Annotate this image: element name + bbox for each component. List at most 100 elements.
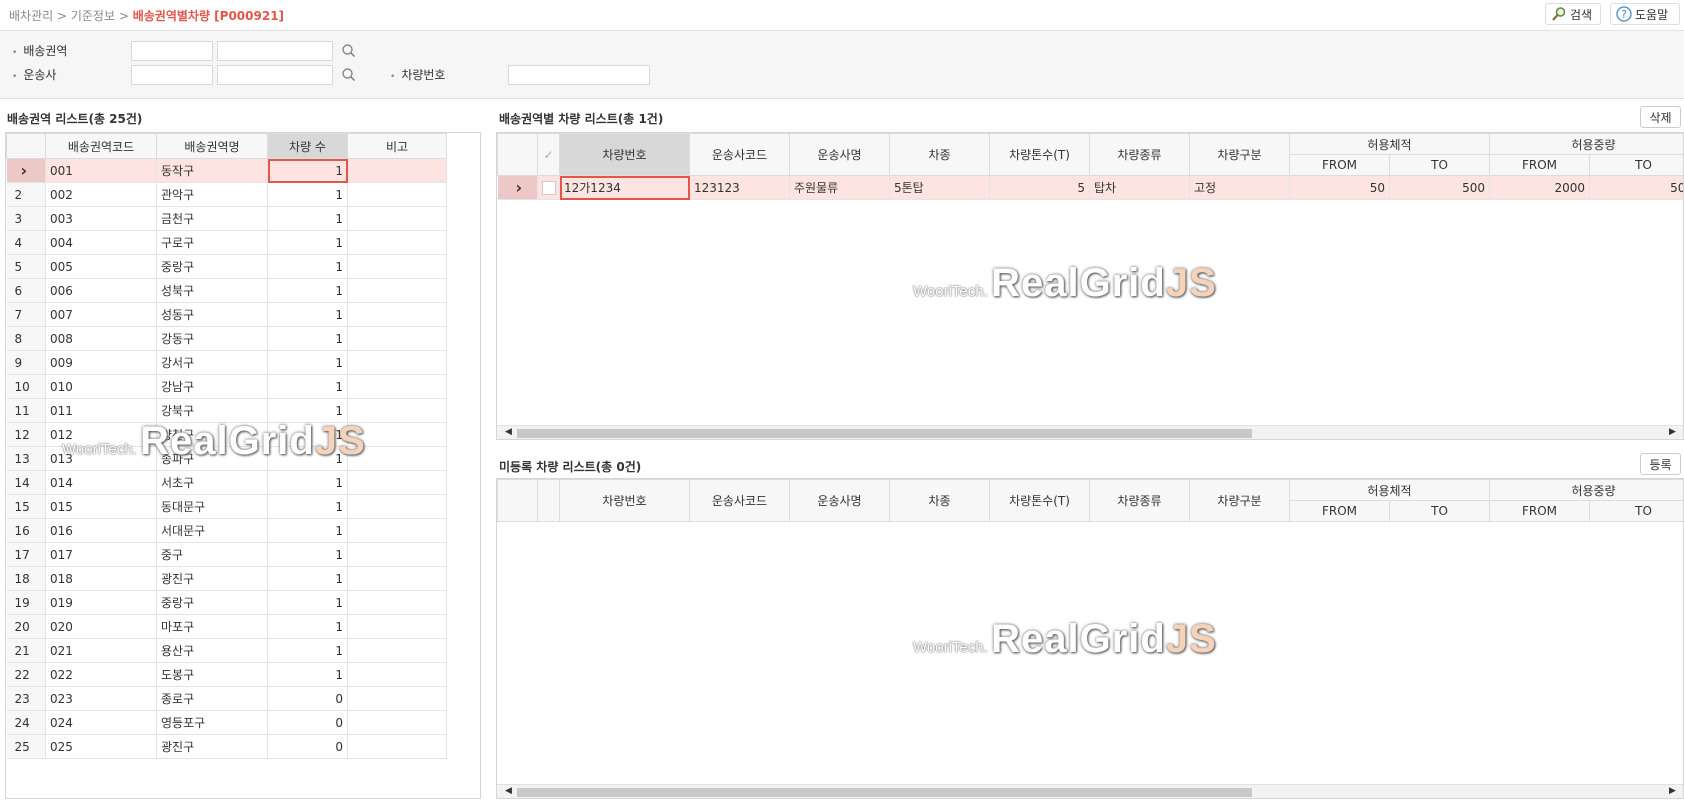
area-name-cell[interactable]: 양천구 <box>156 422 268 447</box>
area-code-cell[interactable]: 004 <box>45 230 157 255</box>
vol-to-cell[interactable]: 500 <box>1389 175 1491 200</box>
row-number[interactable]: 21 <box>6 638 46 663</box>
carrier-code-input[interactable] <box>131 65 213 85</box>
area-code-cell[interactable]: 009 <box>45 350 157 375</box>
table-row[interactable]: 7 007 성동구 1 <box>6 302 447 327</box>
row-number[interactable]: 8 <box>6 326 46 351</box>
col-header-area-code[interactable]: 배송권역코드 <box>45 133 157 159</box>
note-cell[interactable] <box>347 446 447 471</box>
area-name-cell[interactable]: 성동구 <box>156 302 268 327</box>
table-row[interactable]: 21 021 용산구 1 <box>6 638 447 663</box>
table-row[interactable]: ›12가1234123123주원물류5톤탑5탑차고정505002000500 <box>497 175 1683 200</box>
arrow-right-icon[interactable]: ▶ <box>1669 786 1676 796</box>
note-cell[interactable] <box>347 590 447 615</box>
col-header-wt-to[interactable]: TO <box>1589 500 1683 522</box>
row-number[interactable]: 7 <box>6 302 46 327</box>
table-row[interactable]: › 001 동작구 1 <box>6 158 447 183</box>
area-name-cell[interactable]: 동작구 <box>156 158 268 183</box>
area-name-cell[interactable]: 중랑구 <box>156 254 268 279</box>
checkbox-header[interactable]: ✓ <box>537 133 560 176</box>
note-cell[interactable] <box>347 206 447 231</box>
carrier-name-input[interactable] <box>217 65 333 85</box>
table-row[interactable]: 3 003 금천구 1 <box>6 206 447 231</box>
col-header-tons[interactable]: 차량톤수(T) <box>989 133 1090 176</box>
row-number[interactable]: 19 <box>6 590 46 615</box>
area-code-cell[interactable]: 007 <box>45 302 157 327</box>
col-header-vehicle-no[interactable]: 차량번호 <box>559 133 690 176</box>
note-cell[interactable] <box>347 182 447 207</box>
col-header-wt-from[interactable]: FROM <box>1489 500 1591 522</box>
scrollbar-thumb[interactable] <box>517 788 1252 797</box>
col-header-vol-to[interactable]: TO <box>1388 500 1491 522</box>
vehicle-count-cell[interactable]: 1 <box>267 182 348 207</box>
note-cell[interactable] <box>347 158 447 183</box>
vehicle-count-cell[interactable]: 1 <box>267 398 348 423</box>
note-cell[interactable] <box>347 302 447 327</box>
row-number[interactable]: 11 <box>6 398 46 423</box>
note-cell[interactable] <box>347 662 447 687</box>
arrow-left-icon[interactable]: ◀ <box>505 786 512 796</box>
area-code-cell[interactable]: 013 <box>45 446 157 471</box>
table-row[interactable]: 25 025 광진구 0 <box>6 734 447 759</box>
arrow-right-icon[interactable]: ▶ <box>1669 427 1676 437</box>
vehicle-count-cell[interactable]: 1 <box>267 302 348 327</box>
col-header-wt-from[interactable]: FROM <box>1489 154 1591 176</box>
note-cell[interactable] <box>347 326 447 351</box>
vehicle-count-cell[interactable]: 1 <box>267 590 348 615</box>
row-number[interactable]: 25 <box>6 734 46 759</box>
col-header-note[interactable]: 비고 <box>347 133 447 159</box>
col-header-area-name[interactable]: 배송권역명 <box>156 133 268 159</box>
vehicle-count-cell[interactable]: 1 <box>267 230 348 255</box>
vehicle-count-cell[interactable]: 1 <box>267 158 348 183</box>
note-cell[interactable] <box>347 350 447 375</box>
note-cell[interactable] <box>347 638 447 663</box>
table-row[interactable]: 11 011 강북구 1 <box>6 398 447 423</box>
row-number[interactable]: 22 <box>6 662 46 687</box>
area-name-cell[interactable]: 중구 <box>156 542 268 567</box>
col-header-type[interactable]: 차량구분 <box>1189 133 1290 176</box>
row-number[interactable]: 24 <box>6 710 46 735</box>
area-name-cell[interactable]: 관악구 <box>156 182 268 207</box>
area-name-cell[interactable]: 송파구 <box>156 446 268 471</box>
vehicle-count-cell[interactable]: 1 <box>267 518 348 543</box>
col-header-carrier-name[interactable]: 운송사명 <box>789 479 890 522</box>
col-header-vehicle-count[interactable]: 차량 수 <box>267 133 348 159</box>
row-number[interactable]: 9 <box>6 350 46 375</box>
note-cell[interactable] <box>347 686 447 711</box>
area-code-cell[interactable]: 016 <box>45 518 157 543</box>
carrier-code-cell[interactable]: 123123 <box>689 175 790 200</box>
vehicle-count-cell[interactable]: 0 <box>267 734 348 759</box>
vehicle-no-cell[interactable]: 12가1234 <box>559 175 690 200</box>
vehicle-count-cell[interactable]: 1 <box>267 614 348 639</box>
vehicle-count-cell[interactable]: 1 <box>267 494 348 519</box>
col-header-kind[interactable]: 차량종류 <box>1089 479 1190 522</box>
row-number[interactable]: 23 <box>6 686 46 711</box>
wt-from-cell[interactable]: 2000 <box>1489 175 1591 200</box>
area-name-cell[interactable]: 금천구 <box>156 206 268 231</box>
table-row[interactable]: 2 002 관악구 1 <box>6 182 447 207</box>
area-code-cell[interactable]: 001 <box>45 158 157 183</box>
note-cell[interactable] <box>347 374 447 399</box>
col-header-wt-to[interactable]: TO <box>1589 154 1683 176</box>
col-header-model[interactable]: 차종 <box>889 133 990 176</box>
area-name-cell[interactable]: 강동구 <box>156 326 268 351</box>
table-row[interactable]: 17 017 중구 1 <box>6 542 447 567</box>
table-row[interactable]: 23 023 종로구 0 <box>6 686 447 711</box>
area-code-cell[interactable]: 025 <box>45 734 157 759</box>
row-number[interactable]: 17 <box>6 542 46 567</box>
table-row[interactable]: 20 020 마포구 1 <box>6 614 447 639</box>
vehicle-count-cell[interactable]: 1 <box>267 254 348 279</box>
table-row[interactable]: 8 008 강동구 1 <box>6 326 447 351</box>
horizontal-scrollbar[interactable]: ◀ ▶ <box>497 425 1683 439</box>
area-name-input[interactable] <box>217 41 333 61</box>
table-row[interactable]: 4 004 구로구 1 <box>6 230 447 255</box>
area-code-cell[interactable]: 015 <box>45 494 157 519</box>
row-number[interactable]: 3 <box>6 206 46 231</box>
row-number[interactable]: 13 <box>6 446 46 471</box>
search-icon[interactable] <box>340 66 358 84</box>
wt-to-cell[interactable]: 500 <box>1589 175 1683 200</box>
area-code-cell[interactable]: 019 <box>45 590 157 615</box>
note-cell[interactable] <box>347 566 447 591</box>
row-number[interactable]: 2 <box>6 182 46 207</box>
note-cell[interactable] <box>347 230 447 255</box>
